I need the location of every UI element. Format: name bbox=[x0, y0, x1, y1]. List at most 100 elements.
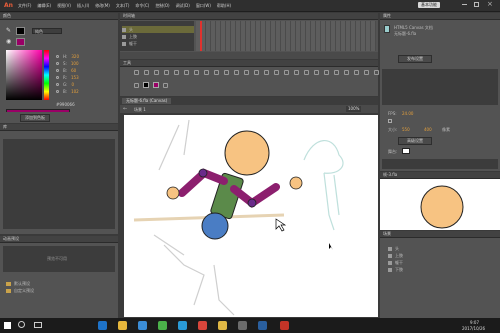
tool-stroke-swatch[interactable] bbox=[143, 82, 149, 88]
radio-icon[interactable] bbox=[56, 90, 59, 93]
3d-rotate-tool-icon[interactable] bbox=[364, 70, 369, 75]
color-value[interactable]: 0 bbox=[71, 82, 74, 87]
color-value[interactable]: 153 bbox=[71, 75, 79, 80]
radio-icon[interactable] bbox=[56, 69, 59, 72]
zoom-select[interactable]: 100% bbox=[346, 106, 362, 112]
chrome-icon[interactable] bbox=[198, 321, 207, 330]
width-value[interactable]: 550 bbox=[402, 127, 410, 132]
qq-icon[interactable] bbox=[178, 321, 187, 330]
polystar-tool-icon[interactable] bbox=[334, 70, 339, 75]
close-icon[interactable]: × bbox=[487, 0, 493, 8]
layer-row[interactable]: 上肢 bbox=[122, 33, 194, 40]
menu-item[interactable]: 修改(M) bbox=[95, 3, 110, 9]
mode-select[interactable]: 纯色 bbox=[32, 28, 62, 34]
store-icon[interactable] bbox=[138, 321, 147, 330]
fill-swatch[interactable] bbox=[16, 38, 25, 46]
stage-color-swatch[interactable] bbox=[402, 148, 410, 154]
scene-item[interactable]: 下肢 bbox=[388, 266, 496, 273]
menu-item[interactable]: 控制(O) bbox=[155, 3, 169, 9]
scene-item[interactable]: 上肢 bbox=[388, 252, 496, 259]
pencil-tool-icon[interactable] bbox=[134, 82, 139, 88]
color-spectrum[interactable] bbox=[6, 50, 42, 100]
radio-icon[interactable] bbox=[56, 76, 59, 79]
tools-tab[interactable]: 工具 bbox=[123, 60, 131, 65]
playhead[interactable] bbox=[200, 21, 202, 51]
hue-slider[interactable] bbox=[44, 50, 49, 100]
preset-folder-2[interactable]: 自定义预设 bbox=[6, 288, 34, 293]
deco-tool-icon[interactable] bbox=[354, 70, 359, 75]
camera-tool-icon[interactable] bbox=[314, 70, 319, 75]
menu-item[interactable]: 帮助(H) bbox=[217, 3, 231, 9]
properties-tab[interactable]: 属性 bbox=[383, 13, 391, 18]
menu-item[interactable]: 插入(I) bbox=[77, 3, 89, 9]
scene-item[interactable]: 头 bbox=[388, 245, 496, 252]
radio-icon[interactable] bbox=[56, 62, 59, 65]
height-value[interactable]: 400 bbox=[424, 127, 432, 132]
asset-warp-tool-icon[interactable] bbox=[324, 70, 329, 75]
menu-item[interactable]: 文件(F) bbox=[18, 3, 31, 9]
brush-tool-icon[interactable] bbox=[234, 70, 239, 75]
color-panel-tab[interactable]: 颜色 bbox=[3, 13, 11, 18]
color-value[interactable]: 320 bbox=[71, 54, 79, 59]
hand-tool-icon[interactable] bbox=[294, 70, 299, 75]
lasso-tool-icon[interactable] bbox=[164, 70, 169, 75]
tool-fill-swatch[interactable] bbox=[153, 82, 159, 88]
free-transform-tool-icon[interactable] bbox=[154, 70, 159, 75]
frame-grid[interactable] bbox=[196, 21, 376, 51]
subselect-tool-icon[interactable] bbox=[144, 70, 149, 75]
menu-item[interactable]: 编辑(E) bbox=[37, 3, 51, 9]
bone-tool-icon[interactable] bbox=[244, 70, 249, 75]
animate-icon[interactable] bbox=[280, 321, 289, 330]
motion-presets-tab[interactable]: 动画预设 bbox=[3, 236, 19, 241]
taskview-icon[interactable] bbox=[34, 322, 42, 328]
zoom-tool-icon[interactable] bbox=[304, 70, 309, 75]
selection-tool-icon[interactable] bbox=[134, 70, 139, 75]
scene-item[interactable]: 躯干 bbox=[388, 259, 496, 266]
text-tool-icon[interactable] bbox=[184, 70, 189, 75]
back-arrow-icon[interactable]: ← bbox=[123, 106, 127, 112]
search-icon[interactable] bbox=[18, 321, 25, 328]
media-icon[interactable] bbox=[238, 321, 247, 330]
fill-icon[interactable]: ◉ bbox=[6, 38, 11, 45]
paint-brush-tool-icon[interactable] bbox=[374, 70, 379, 75]
minimize-icon[interactable] bbox=[462, 4, 467, 5]
eyedropper-tool-icon[interactable] bbox=[264, 70, 269, 75]
layer-row[interactable]: 头 bbox=[122, 26, 194, 33]
scene-tab[interactable]: 场景 bbox=[383, 231, 391, 236]
folder-app-icon[interactable] bbox=[218, 321, 227, 330]
paint-bucket-tool-icon[interactable] bbox=[254, 70, 259, 75]
hex-input[interactable]: #990066 bbox=[56, 102, 75, 107]
publish-settings-button[interactable]: 发布设置 bbox=[398, 55, 432, 63]
color-value[interactable]: 102 bbox=[71, 89, 79, 94]
checkbox-icon[interactable] bbox=[388, 119, 392, 123]
preview-tab[interactable]: 帧-3.fla bbox=[383, 172, 397, 177]
swap-colors-icon[interactable] bbox=[163, 82, 168, 88]
menu-item[interactable]: 文本(T) bbox=[116, 3, 130, 9]
pencil-tool-icon[interactable] bbox=[224, 70, 229, 75]
workspace-badge[interactable]: 基本功能 bbox=[418, 2, 440, 8]
fps-value[interactable]: 24.00 bbox=[402, 111, 413, 116]
oval-tool-icon[interactable] bbox=[214, 70, 219, 75]
menu-item[interactable]: 视图(V) bbox=[57, 3, 71, 9]
pen-tool-icon[interactable] bbox=[174, 70, 179, 75]
add-swatch-button[interactable]: 添加到色板 bbox=[20, 114, 50, 122]
timeline-tab[interactable]: 时间轴 bbox=[123, 13, 135, 18]
stroke-icon[interactable]: ✎ bbox=[6, 27, 11, 34]
color-value[interactable]: 60 bbox=[71, 68, 76, 73]
preset-folder-1[interactable]: 默认预设 bbox=[6, 281, 30, 286]
radio-icon[interactable] bbox=[56, 83, 59, 86]
ink-bottle-tool-icon[interactable] bbox=[344, 70, 349, 75]
wechat-icon[interactable] bbox=[158, 321, 167, 330]
menu-item[interactable]: 调试(D) bbox=[176, 3, 190, 9]
edge-icon[interactable] bbox=[98, 321, 107, 330]
library-tab[interactable]: 库 bbox=[3, 124, 7, 129]
eraser-tool-icon[interactable] bbox=[274, 70, 279, 75]
stroke-swatch[interactable] bbox=[16, 27, 25, 35]
radio-icon[interactable] bbox=[56, 55, 59, 58]
start-icon[interactable] bbox=[4, 322, 11, 329]
line-tool-icon[interactable] bbox=[194, 70, 199, 75]
photoshop-icon[interactable] bbox=[258, 321, 267, 330]
layer-row[interactable]: 躯干 bbox=[122, 40, 194, 47]
document-tab[interactable]: 无标题-6.fla (Canvas) bbox=[122, 98, 172, 104]
menu-item[interactable]: 窗口(W) bbox=[196, 3, 211, 9]
